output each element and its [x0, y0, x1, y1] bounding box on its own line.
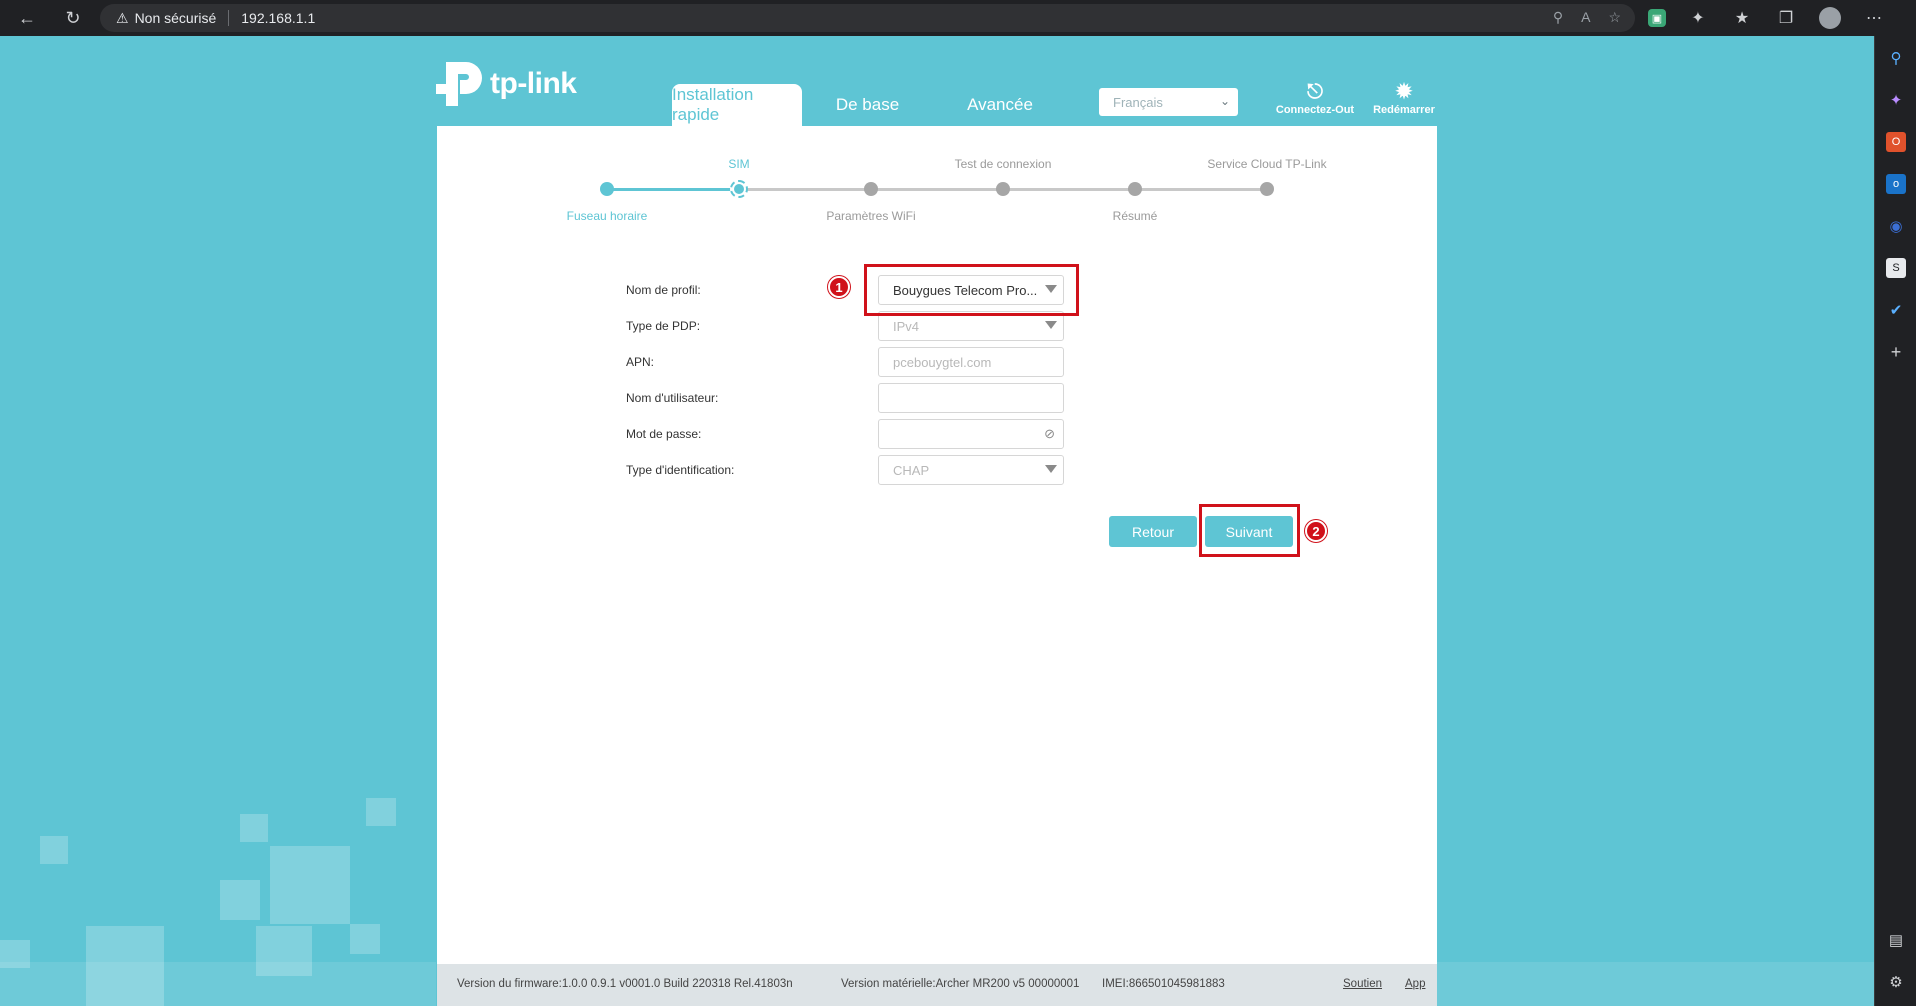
- add-icon[interactable]: +: [1886, 342, 1906, 362]
- step-dot-3: [864, 182, 878, 196]
- address-separator: [228, 10, 230, 26]
- logout-button[interactable]: ⎋ Connectez-Out: [1275, 80, 1355, 116]
- extension-icon[interactable]: ▣: [1648, 9, 1666, 27]
- reload-icon[interactable]: ↻: [60, 5, 86, 31]
- imei: IMEI:866501045981883: [1102, 978, 1225, 990]
- logout-icon: ⎋: [1307, 81, 1323, 103]
- decorative-square: [40, 836, 68, 864]
- url-text[interactable]: 192.168.1.1: [241, 10, 315, 26]
- hardware-version: Version matérielle:Archer MR200 v5 00000…: [841, 978, 1080, 990]
- browser-sidebar: ⚲ ✦ O o ◉ S ✔ + ▤ ⚙: [1874, 36, 1916, 1006]
- more-icon[interactable]: ⋯: [1862, 6, 1886, 30]
- back-icon[interactable]: ←: [14, 5, 40, 31]
- step-label-cloud: Service Cloud TP-Link: [1207, 157, 1327, 171]
- puzzle-icon[interactable]: ✦: [1686, 6, 1710, 30]
- step-label-resume: Résumé: [1112, 209, 1158, 223]
- key-icon[interactable]: ⚲: [1553, 9, 1563, 26]
- apn-input[interactable]: pcebouygtel.com: [878, 347, 1064, 377]
- auth-type-value: CHAP: [893, 462, 930, 478]
- logout-label: Connectez-Out: [1275, 104, 1355, 116]
- apn-value: pcebouygtel.com: [893, 354, 992, 370]
- decorative-square: [366, 798, 396, 826]
- settings-icon[interactable]: ⚙: [1886, 972, 1906, 992]
- decorative-band: [0, 962, 436, 1006]
- step-dot-5: [1128, 182, 1142, 196]
- decorative-square: [240, 814, 268, 842]
- username-input[interactable]: [878, 383, 1064, 413]
- back-button[interactable]: Retour: [1109, 516, 1197, 547]
- games-icon[interactable]: ◉: [1886, 216, 1906, 236]
- language-select[interactable]: Français ⌄: [1099, 88, 1238, 116]
- browser-toolbar: ← ↻ ⚠ Non sécurisé 192.168.1.1 ⚲ A ☆ ▣ ✦…: [0, 0, 1916, 36]
- annotation-badge-1: 1: [828, 276, 850, 298]
- tab-installation-rapide[interactable]: Installation rapide: [672, 84, 802, 126]
- step-label-fuseau: Fuseau horaire: [566, 209, 648, 223]
- reboot-label: Redémarrer: [1373, 104, 1435, 116]
- support-link[interactable]: Soutien: [1343, 978, 1382, 990]
- notes-icon[interactable]: S: [1886, 258, 1906, 278]
- chevron-down-icon: ⌄: [1219, 94, 1230, 108]
- tab-de-base[interactable]: De base: [820, 84, 915, 126]
- language-value: Français: [1113, 94, 1163, 110]
- reboot-button[interactable]: ✹ Redémarrer: [1364, 80, 1444, 116]
- progress-line-done: [607, 188, 739, 191]
- app-link[interactable]: App: [1405, 978, 1425, 990]
- favorites-icon[interactable]: ★: [1730, 6, 1754, 30]
- tab-avancee[interactable]: Avancée: [950, 84, 1050, 126]
- collections-icon[interactable]: ❐: [1774, 6, 1798, 30]
- read-aloud-icon[interactable]: A: [1581, 9, 1590, 26]
- reboot-icon: ✹: [1395, 81, 1413, 103]
- password-label: Mot de passe:: [626, 427, 702, 441]
- step-dot-1: [600, 182, 614, 196]
- eye-slash-icon[interactable]: ⊘: [1044, 426, 1055, 442]
- caret-down-icon: [1045, 465, 1057, 473]
- office-icon[interactable]: O: [1886, 132, 1906, 152]
- profile-label: Nom de profil:: [626, 283, 701, 297]
- firmware-version: Version du firmware:1.0.0 0.9.1 v0001.0 …: [457, 978, 793, 990]
- address-bar[interactable]: ⚠ Non sécurisé 192.168.1.1 ⚲ A ☆: [100, 4, 1635, 32]
- pdp-type-value: IPv4: [893, 318, 920, 334]
- decorative-square: [220, 880, 260, 920]
- apn-label: APN:: [626, 355, 655, 369]
- main-panel: [437, 126, 1437, 1006]
- tp-link-logo-icon: [436, 62, 482, 106]
- decorative-band: [1437, 962, 1874, 1006]
- annotation-badge-2: 2: [1305, 520, 1327, 542]
- footer: Version du firmware:1.0.0 0.9.1 v0001.0 …: [437, 964, 1437, 1006]
- password-input[interactable]: ⊘: [878, 419, 1064, 449]
- auth-type-label: Type d'identification:: [626, 463, 735, 477]
- pdp-type-label: Type de PDP:: [626, 319, 701, 333]
- search-icon[interactable]: ⚲: [1886, 48, 1906, 68]
- outlook-icon[interactable]: o: [1886, 174, 1906, 194]
- step-dot-6: [1260, 182, 1274, 196]
- todo-icon[interactable]: ✔: [1886, 300, 1906, 320]
- favorite-add-icon[interactable]: ☆: [1608, 9, 1621, 26]
- step-dot-4: [996, 182, 1010, 196]
- step-label-sim: SIM: [728, 157, 750, 171]
- decorative-square: [270, 846, 350, 924]
- auth-type-select[interactable]: CHAP: [878, 455, 1064, 485]
- sidebar-toggle-icon[interactable]: ▤: [1886, 930, 1906, 950]
- profile-icon[interactable]: [1818, 6, 1842, 30]
- caret-down-icon: [1045, 321, 1057, 329]
- decorative-square: [350, 924, 380, 954]
- security-warning[interactable]: Non sécurisé: [135, 10, 217, 26]
- tp-link-logo: tp-link: [436, 58, 577, 110]
- username-label: Nom d'utilisateur:: [626, 391, 719, 405]
- highlight-box-profile: [864, 264, 1079, 316]
- highlight-box-next: [1199, 504, 1300, 557]
- logo-text: tp-link: [490, 67, 577, 100]
- copilot-icon[interactable]: ✦: [1886, 90, 1906, 110]
- step-label-test-connexion: Test de connexion: [954, 157, 1052, 171]
- step-label-wifi: Paramètres WiFi: [826, 209, 916, 223]
- step-dot-2: [730, 180, 748, 198]
- warning-icon: ⚠: [116, 9, 129, 26]
